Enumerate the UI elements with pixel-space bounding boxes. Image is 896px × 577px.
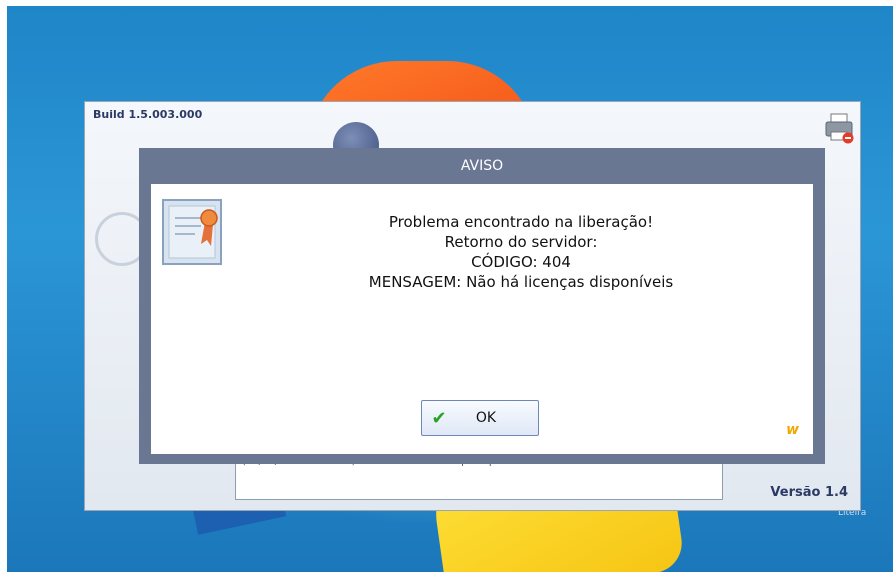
ok-button[interactable]: ✔ OK (421, 400, 539, 436)
message-line: Retorno do servidor: (444, 233, 598, 251)
vendor-logo-text: w (786, 422, 799, 438)
message-line: Problema encontrado na liberação! (388, 213, 654, 231)
checkmark-icon: ✔ (431, 407, 447, 429)
dialog-body: Problema encontrado na liberação! Retorn… (151, 184, 813, 454)
vendor-logo-icon: w (786, 422, 799, 438)
warning-dialog: AVISO Problema encontrado na liberação! … (139, 148, 825, 464)
dialog-title: AVISO (460, 158, 504, 174)
dialog-message: Problema encontrado na liberação! Retorn… (251, 212, 791, 292)
printer-icon[interactable] (824, 112, 854, 144)
message-line: CÓDIGO: 404 (471, 253, 571, 271)
ok-button-label: OK (475, 410, 497, 426)
message-line: MENSAGEM: Não há licenças disponíveis (368, 273, 674, 291)
build-label: Build 1.5.003.000 (93, 108, 203, 121)
certificate-icon (162, 199, 222, 265)
version-label: Versão 1.4 (770, 485, 848, 500)
